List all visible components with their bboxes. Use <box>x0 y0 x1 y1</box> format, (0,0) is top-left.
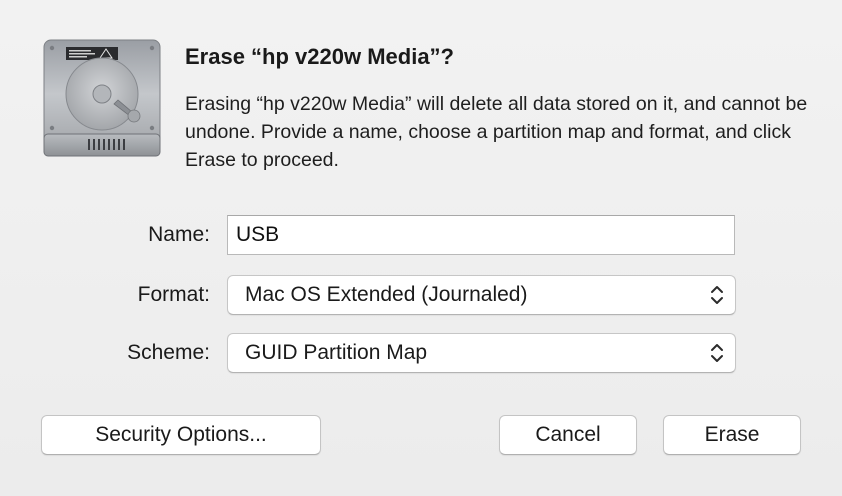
name-field[interactable] <box>227 215 735 255</box>
name-label: Name: <box>148 223 210 246</box>
format-popup-value: Mac OS Extended (Journaled) <box>245 283 528 306</box>
scheme-popup-value: GUID Partition Map <box>245 341 428 364</box>
format-popup[interactable]: Mac OS Extended (Journaled) <box>227 275 736 315</box>
hard-disk-icon <box>40 36 164 162</box>
format-label: Format: <box>137 283 210 306</box>
cancel-button[interactable]: Cancel <box>499 415 637 455</box>
up-down-chevron-icon <box>709 283 725 307</box>
dialog-title: Erase “hp v220w Media”? <box>185 44 454 69</box>
dialog-message: Erasing “hp v220w Media” will delete all… <box>185 93 808 171</box>
security-options-button[interactable]: Security Options... <box>41 415 321 455</box>
scheme-popup[interactable]: GUID Partition Map <box>227 333 736 373</box>
erase-button[interactable]: Erase <box>663 415 801 455</box>
scheme-label: Scheme: <box>127 341 210 364</box>
up-down-chevron-icon <box>709 341 725 365</box>
erase-dialog: Erase “hp v220w Media”? Erasing “hp v220… <box>0 0 842 496</box>
